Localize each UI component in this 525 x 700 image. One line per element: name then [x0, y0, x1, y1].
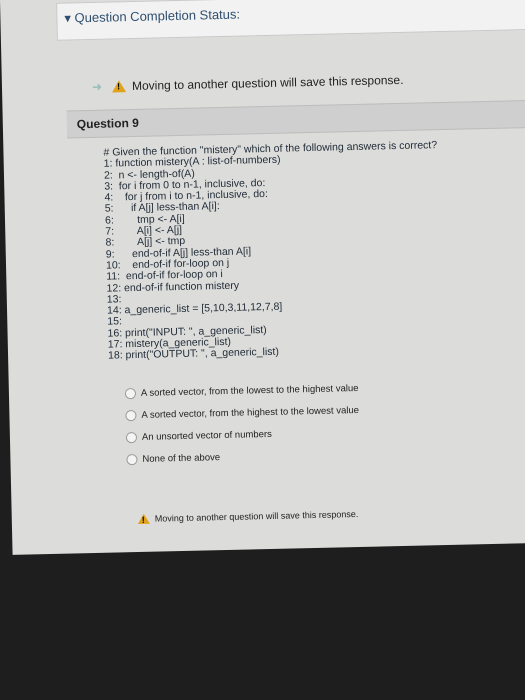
question-title: Question 9 — [76, 115, 139, 132]
radio-button[interactable] — [124, 387, 137, 399]
answer-options: A sorted vector, from the lowest to the … — [124, 374, 487, 470]
warning-message-top: ➜ Moving to another question will save t… — [92, 73, 404, 94]
question-code: # Given the function "mistery" which of … — [103, 139, 488, 362]
chevron-down-icon[interactable]: ▾ — [64, 10, 71, 25]
radio-button[interactable] — [125, 431, 138, 443]
warning-icon — [111, 80, 127, 93]
warning-icon — [137, 513, 150, 525]
browser-screen: ▾ Question Completion Status: ➜ Moving t… — [0, 0, 525, 555]
warning-message-bottom: Moving to another question will save thi… — [137, 509, 358, 525]
arrow-right-icon: ➜ — [91, 79, 103, 94]
question-header: Question 9 — [66, 99, 525, 139]
radio-button[interactable] — [125, 409, 137, 421]
radio-button[interactable] — [126, 453, 138, 465]
